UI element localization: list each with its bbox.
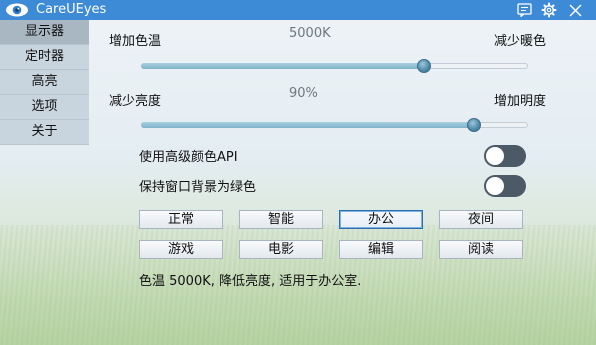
slider-thumb[interactable] [466,118,481,132]
green-background-row: 保持窗口背景为绿色 [139,175,529,197]
sidebar: 显示器 定时器 高亮 选项 关于 [0,20,89,345]
color-temp-slider[interactable] [141,59,528,73]
brightness-value: 90% [289,86,318,101]
preset-movie-button[interactable]: 电影 [239,240,323,259]
toggle-knob [486,147,504,165]
preset-night-button[interactable]: 夜间 [439,210,523,229]
preset-reading-button[interactable]: 阅读 [439,240,523,259]
brightness-slider[interactable] [141,118,528,132]
green-background-label: 保持窗口背景为绿色 [139,180,257,195]
sidebar-item-timer[interactable]: 定时器 [0,45,89,70]
title-bar[interactable]: CareUEyes [0,0,596,20]
slider-thumb[interactable] [416,59,431,73]
preset-normal-button[interactable]: 正常 [139,210,223,229]
slider-fill [141,122,474,128]
feedback-icon[interactable] [515,1,533,19]
slider-fill [141,63,424,69]
app-title: CareUEyes [36,2,107,17]
advanced-color-api-toggle[interactable] [484,145,526,167]
gear-icon[interactable] [540,1,558,19]
preset-office-button[interactable]: 办公 [339,210,423,229]
color-temp-left-label: 增加色温 [109,34,162,49]
color-temp-right-label: 减少暖色 [494,34,547,49]
color-temp-value: 5000K [289,26,331,41]
sidebar-item-about[interactable]: 关于 [0,120,89,145]
monitor-panel: 增加色温 5000K 减少暖色 减少亮度 90% 增加明度 使用高级颜色API … [89,20,596,345]
preset-edit-button[interactable]: 编辑 [339,240,423,259]
status-description: 色温 5000K, 降低亮度, 适用于办公室. [139,274,362,289]
close-icon[interactable] [566,1,584,19]
sidebar-item-options[interactable]: 选项 [0,95,89,120]
careueyes-window: CareUEyes 显示器 定时器 高亮 选项 关于 增加色温 5000K 减少… [0,0,596,345]
brightness-right-label: 增加明度 [494,94,547,109]
sidebar-item-monitor[interactable]: 显示器 [0,20,89,45]
sidebar-item-highlight[interactable]: 高亮 [0,70,89,95]
preset-game-button[interactable]: 游戏 [139,240,223,259]
toggle-knob [486,177,504,195]
brightness-left-label: 减少亮度 [109,94,162,109]
preset-smart-button[interactable]: 智能 [239,210,323,229]
green-background-toggle[interactable] [484,175,526,197]
advanced-color-api-row: 使用高级颜色API [139,145,529,167]
advanced-color-api-label: 使用高级颜色API [139,150,238,165]
eye-logo-icon [6,3,28,17]
